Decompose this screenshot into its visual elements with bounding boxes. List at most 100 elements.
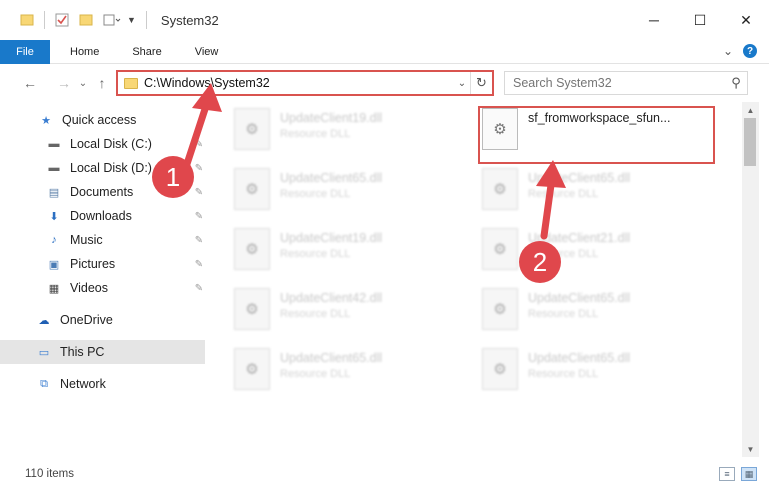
file-type: Resource DLL	[280, 368, 351, 380]
music-icon: ♪	[51, 234, 57, 246]
details-view-icon[interactable]: ≡	[719, 467, 735, 481]
sidebar-item-label: OneDrive	[60, 313, 113, 327]
file-item[interactable]: ⚙ UpdateClient65.dll Resource DLL	[482, 344, 714, 394]
file-name: UpdateClient65.dll	[528, 351, 631, 365]
file-type: Resource DLL	[528, 248, 599, 260]
file-item[interactable]: ⚙ UpdateClient65.dll Resource DLL	[482, 164, 714, 214]
scroll-down-icon[interactable]: ▼	[742, 441, 759, 457]
file-text: UpdateClient19.dll Resource DLL	[280, 111, 382, 140]
file-item[interactable]: ⚙ UpdateClient65.dll Resource DLL	[234, 344, 466, 394]
new-folder-icon[interactable]	[79, 13, 93, 27]
quick-access-toolbar: ▼ System32	[0, 11, 219, 29]
cloud-icon: ☁	[38, 314, 50, 327]
documents-icon: ▤	[48, 186, 60, 199]
pin-icon[interactable]: ✎	[193, 211, 205, 222]
window-controls: ─ ☐ ✕	[631, 0, 769, 40]
file-type: Resource DLL	[280, 128, 351, 140]
sidebar-item-onedrive[interactable]: ☁ OneDrive	[0, 308, 205, 332]
pin-icon[interactable]: ✎	[193, 259, 205, 270]
file-type: Resource DLL	[528, 308, 599, 320]
search-input[interactable]	[513, 76, 725, 90]
tab-view[interactable]: View	[175, 40, 232, 64]
highlight-box	[478, 106, 715, 164]
ribbon-right: ⌄ ?	[723, 44, 757, 58]
sidebar-item-documents[interactable]: ▤ Documents ✎	[0, 180, 205, 204]
address-path[interactable]: C:\Windows\System32	[144, 76, 454, 90]
sidebar-item-local-disk-d[interactable]: ▬ Local Disk (D:) ✎	[0, 156, 205, 180]
title-divider	[145, 11, 147, 29]
recent-locations-button[interactable]: ⌄	[76, 71, 90, 95]
sidebar-item-downloads[interactable]: ⬇ Downloads ✎	[0, 204, 205, 228]
file-name: UpdateClient65.dll	[528, 171, 631, 185]
tab-share[interactable]: Share	[112, 40, 174, 64]
file-type: Resource DLL	[528, 368, 599, 380]
qat-divider	[44, 11, 45, 29]
file-item[interactable]: ⚙ UpdateClient19.dll Resource DLL	[234, 104, 466, 154]
back-button[interactable]: ←	[18, 71, 42, 95]
computer-icon: ▭	[38, 346, 50, 359]
file-type: Resource DLL	[280, 308, 351, 320]
sidebar-item-this-pc[interactable]: ▭ This PC	[0, 340, 205, 364]
dll-file-icon: ⚙	[234, 168, 270, 210]
sidebar-item-videos[interactable]: ▦ Videos ✎	[0, 276, 205, 300]
search-icon[interactable]: ⚲	[725, 75, 747, 91]
forward-button[interactable]: →	[52, 71, 76, 95]
pin-icon[interactable]: ✎	[193, 187, 205, 198]
properties-icon[interactable]	[55, 13, 69, 27]
title-bar: ▼ System32 ─ ☐ ✕	[0, 0, 769, 40]
item-count: 110 items	[25, 468, 75, 480]
file-item[interactable]: ⚙ UpdateClient65.dll Resource DLL	[482, 284, 714, 334]
scroll-up-icon[interactable]: ▲	[742, 102, 759, 118]
qat-dropdown-icon[interactable]: ▼	[127, 15, 136, 25]
file-text: UpdateClient65.dll Resource DLL	[528, 351, 630, 380]
file-name: UpdateClient19.dll	[280, 231, 383, 245]
tab-file[interactable]: File	[0, 39, 50, 64]
refresh-button[interactable]: ↻	[470, 72, 492, 94]
file-text: UpdateClient21.dll Resource DLL	[528, 231, 630, 260]
address-bar[interactable]: C:\Windows\System32 ⌄ ↻	[116, 70, 494, 96]
file-type: Resource DLL	[528, 188, 599, 200]
file-item[interactable]: ⚙ UpdateClient65.dll Resource DLL	[234, 164, 466, 214]
pin-icon[interactable]: ✎	[193, 235, 205, 246]
sidebar-item-label: Pictures	[70, 257, 116, 271]
vertical-scrollbar[interactable]: ▲ ▼	[742, 102, 759, 457]
minimize-button[interactable]: ─	[631, 0, 677, 40]
tab-home[interactable]: Home	[50, 40, 112, 64]
file-name: UpdateClient65.dll	[280, 171, 383, 185]
pin-icon[interactable]: ✎	[193, 163, 205, 174]
sidebar-item-label: Network	[60, 377, 106, 391]
sidebar-item-label: Music	[70, 233, 103, 247]
expand-ribbon-icon[interactable]: ⌄	[723, 44, 733, 58]
file-text: UpdateClient65.dll Resource DLL	[528, 171, 630, 200]
scroll-thumb[interactable]	[744, 118, 756, 166]
file-item[interactable]: ⚙ UpdateClient21.dll Resource DLL	[482, 224, 714, 274]
large-icons-view-icon[interactable]: ▦	[741, 467, 757, 481]
customize-qat-icon[interactable]	[103, 13, 121, 27]
dll-file-icon: ⚙	[234, 108, 270, 150]
pin-icon[interactable]: ✎	[193, 283, 205, 294]
sidebar-item-local-disk-c[interactable]: ▬ Local Disk (C:) ✎	[0, 132, 205, 156]
address-dropdown-icon[interactable]: ⌄	[454, 78, 470, 89]
up-button[interactable]: ↑	[90, 71, 114, 95]
sidebar-item-label: Quick access	[62, 113, 137, 127]
search-box[interactable]: ⚲	[504, 71, 748, 95]
maximize-button[interactable]: ☐	[677, 0, 723, 40]
file-item[interactable]: ⚙ UpdateClient42.dll Resource DLL	[234, 284, 466, 334]
file-name: UpdateClient19.dll	[280, 111, 383, 125]
sidebar-item-music[interactable]: ♪ Music ✎	[0, 228, 205, 252]
address-row: ← → ⌄ ↑ C:\Windows\System32 ⌄ ↻ ⚲	[0, 64, 769, 102]
sidebar-item-label: Videos	[70, 281, 108, 295]
file-item[interactable]: ⚙ UpdateClient19.dll Resource DLL	[234, 224, 466, 274]
close-button[interactable]: ✕	[723, 0, 769, 40]
help-icon[interactable]: ?	[743, 44, 757, 58]
sidebar-item-quick-access[interactable]: ★ Quick access	[0, 108, 205, 132]
dll-file-icon: ⚙	[234, 228, 270, 270]
dll-file-icon: ⚙	[234, 288, 270, 330]
file-type: Resource DLL	[280, 188, 351, 200]
sidebar-item-network[interactable]: ⧉ Network	[0, 372, 205, 396]
file-name: UpdateClient65.dll	[528, 291, 631, 305]
sidebar-item-pictures[interactable]: ▣ Pictures ✎	[0, 252, 205, 276]
pin-icon[interactable]: ✎	[193, 139, 205, 150]
file-text: UpdateClient65.dll Resource DLL	[280, 171, 382, 200]
sidebar-item-label: Local Disk (C:)	[70, 137, 152, 151]
